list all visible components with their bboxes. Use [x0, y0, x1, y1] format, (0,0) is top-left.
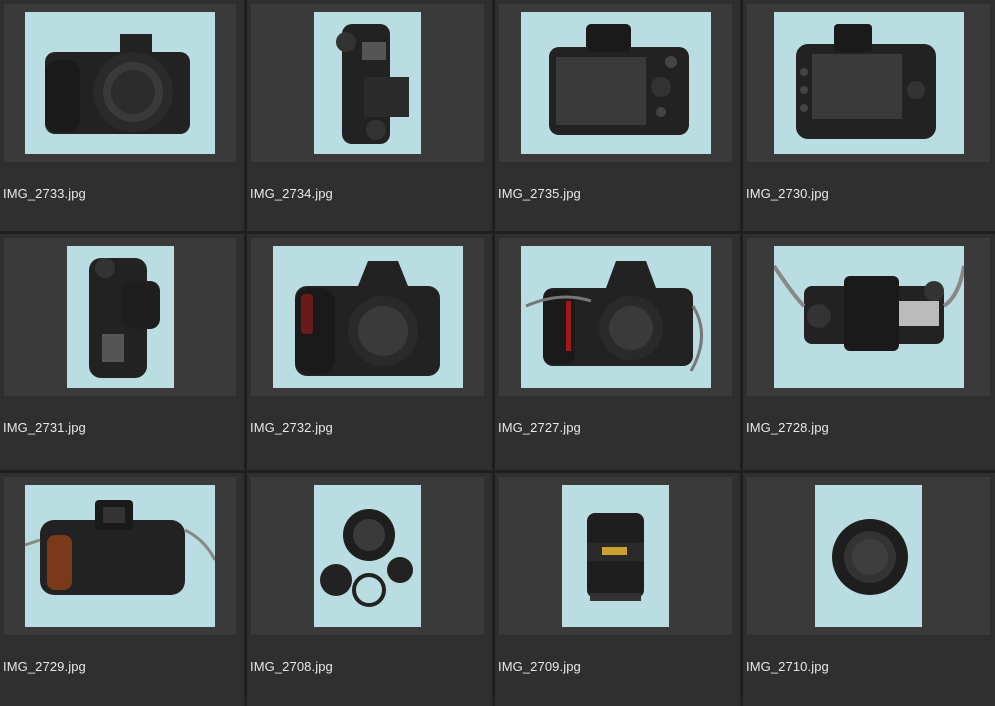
thumbnail-cell[interactable]: IMG_2735.jpg — [495, 0, 740, 231]
thumbnail-cell[interactable]: IMG_2729.jpg — [0, 473, 244, 706]
thumbnail-frame[interactable] — [499, 238, 732, 396]
thumbnail-cell[interactable]: IMG_2734.jpg — [247, 0, 492, 231]
photo-thumbnail[interactable] — [314, 485, 421, 627]
thumbnail-frame[interactable] — [4, 4, 236, 162]
thumbnail-frame[interactable] — [499, 477, 732, 635]
thumbnail-cell[interactable]: IMG_2727.jpg — [495, 234, 740, 470]
thumbnail-cell[interactable]: IMG_2730.jpg — [743, 0, 995, 231]
thumbnail-frame[interactable] — [251, 238, 484, 396]
thumbnail-frame[interactable] — [747, 238, 990, 396]
photo-thumbnail[interactable] — [272, 246, 463, 388]
thumbnail-cell[interactable]: IMG_2710.jpg — [743, 473, 995, 706]
lens-side-image — [587, 513, 644, 601]
thumbnail-cell[interactable]: IMG_2709.jpg — [495, 473, 740, 706]
file-name: IMG_2710.jpg — [746, 659, 829, 674]
file-name: IMG_2728.jpg — [746, 420, 829, 435]
file-name: IMG_2734.jpg — [250, 186, 333, 201]
photo-thumbnail[interactable] — [25, 485, 215, 627]
photo-thumbnail[interactable] — [520, 246, 711, 388]
camera-top-image — [773, 264, 964, 351]
file-name: IMG_2709.jpg — [498, 659, 581, 674]
thumbnail-frame[interactable] — [499, 4, 732, 162]
lens-caps-image — [320, 509, 413, 607]
file-name: IMG_2732.jpg — [250, 420, 333, 435]
file-name: IMG_2730.jpg — [746, 186, 829, 201]
thumbnail-cell[interactable]: IMG_2732.jpg — [247, 234, 492, 470]
file-name: IMG_2727.jpg — [498, 420, 581, 435]
camera-top-image — [336, 24, 409, 144]
photo-thumbnail[interactable] — [314, 12, 421, 154]
camera-front-image — [45, 34, 190, 134]
file-name: IMG_2708.jpg — [250, 659, 333, 674]
camera-top-image — [88, 258, 160, 378]
thumbnail-cell[interactable]: IMG_2708.jpg — [247, 473, 492, 706]
photo-thumbnail[interactable] — [773, 12, 964, 154]
thumbnail-frame[interactable] — [747, 477, 990, 635]
thumbnail-frame[interactable] — [4, 477, 236, 635]
thumbnail-frame[interactable] — [251, 477, 484, 635]
camera-front-image — [524, 261, 703, 372]
photo-thumbnail[interactable] — [815, 485, 922, 627]
camera-back-image — [25, 500, 215, 595]
thumbnail-grid: IMG_2733.jpg IMG_2734.jpg IMG_2735.jpg I… — [0, 0, 995, 706]
photo-thumbnail[interactable] — [562, 485, 669, 627]
file-name: IMG_2729.jpg — [3, 659, 86, 674]
file-name: IMG_2731.jpg — [3, 420, 86, 435]
photo-thumbnail[interactable] — [773, 246, 964, 388]
thumbnail-cell[interactable]: IMG_2731.jpg — [0, 234, 244, 470]
photo-thumbnail[interactable] — [66, 246, 174, 388]
thumbnail-frame[interactable] — [251, 4, 484, 162]
file-name: IMG_2733.jpg — [3, 186, 86, 201]
thumbnail-frame[interactable] — [4, 238, 236, 396]
camera-front-image — [294, 261, 440, 376]
camera-back-image — [795, 24, 936, 139]
thumbnail-frame[interactable] — [747, 4, 990, 162]
lens-mount-image — [832, 519, 908, 595]
camera-back-image — [548, 24, 689, 135]
thumbnail-cell[interactable]: IMG_2728.jpg — [743, 234, 995, 470]
thumbnail-cell[interactable]: IMG_2733.jpg — [0, 0, 244, 231]
photo-thumbnail[interactable] — [25, 12, 215, 154]
photo-thumbnail[interactable] — [520, 12, 711, 154]
file-name: IMG_2735.jpg — [498, 186, 581, 201]
